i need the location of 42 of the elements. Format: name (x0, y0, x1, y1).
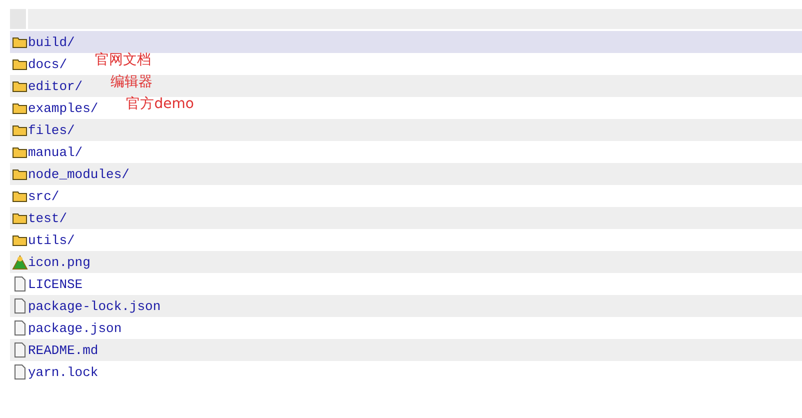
file-row[interactable]: package.json (10, 317, 802, 339)
file-row[interactable]: node_modules/ (10, 163, 802, 185)
file-link[interactable]: yarn.lock (28, 364, 98, 380)
file-row[interactable]: test/ (10, 207, 802, 229)
file-row[interactable]: package-lock.json (10, 295, 802, 317)
file-link[interactable]: manual/ (28, 144, 83, 160)
annotation: 官方demo (126, 95, 194, 113)
file-row[interactable]: yarn.lock (10, 361, 802, 383)
file-link[interactable]: icon.png (28, 254, 90, 270)
file-link[interactable]: src/ (28, 188, 60, 204)
file-row[interactable]: examples/ 官方demo (10, 97, 802, 119)
annotation: 官网文档 (95, 51, 152, 69)
file-row[interactable]: LICENSE (10, 273, 802, 295)
file-row[interactable]: utils/ (10, 229, 802, 251)
file-row[interactable]: icon.png (10, 251, 802, 273)
file-link[interactable]: LICENSE (28, 276, 83, 292)
file-link[interactable]: editor/ (28, 78, 83, 94)
file-row[interactable]: src/ (10, 185, 802, 207)
document-icon (12, 320, 28, 336)
header-cell (10, 9, 26, 29)
document-icon (12, 364, 28, 380)
file-row[interactable]: files/ (10, 119, 802, 141)
file-row[interactable]: docs/ 官网文档 (10, 53, 802, 75)
file-row[interactable]: build/ (10, 31, 802, 53)
file-link[interactable]: build/ (28, 34, 75, 50)
file-link[interactable]: README.md (28, 342, 98, 358)
file-link[interactable]: utils/ (28, 232, 75, 248)
file-link[interactable]: test/ (28, 210, 68, 226)
file-row[interactable]: README.md (10, 339, 802, 361)
file-row[interactable]: editor/ 编辑器 (10, 75, 802, 97)
document-icon (12, 298, 28, 314)
file-link[interactable]: docs/ (28, 56, 68, 72)
annotation: 编辑器 (110, 73, 153, 91)
file-link[interactable]: files/ (28, 122, 75, 138)
file-link[interactable]: package.json (28, 320, 122, 336)
document-icon (12, 342, 28, 358)
file-link[interactable]: package-lock.json (28, 298, 161, 314)
file-link[interactable]: examples/ (28, 100, 98, 116)
file-link[interactable]: node_modules/ (28, 166, 130, 182)
file-row[interactable]: manual/ (10, 141, 802, 163)
document-icon (12, 276, 28, 292)
mountain-icon (12, 254, 28, 270)
